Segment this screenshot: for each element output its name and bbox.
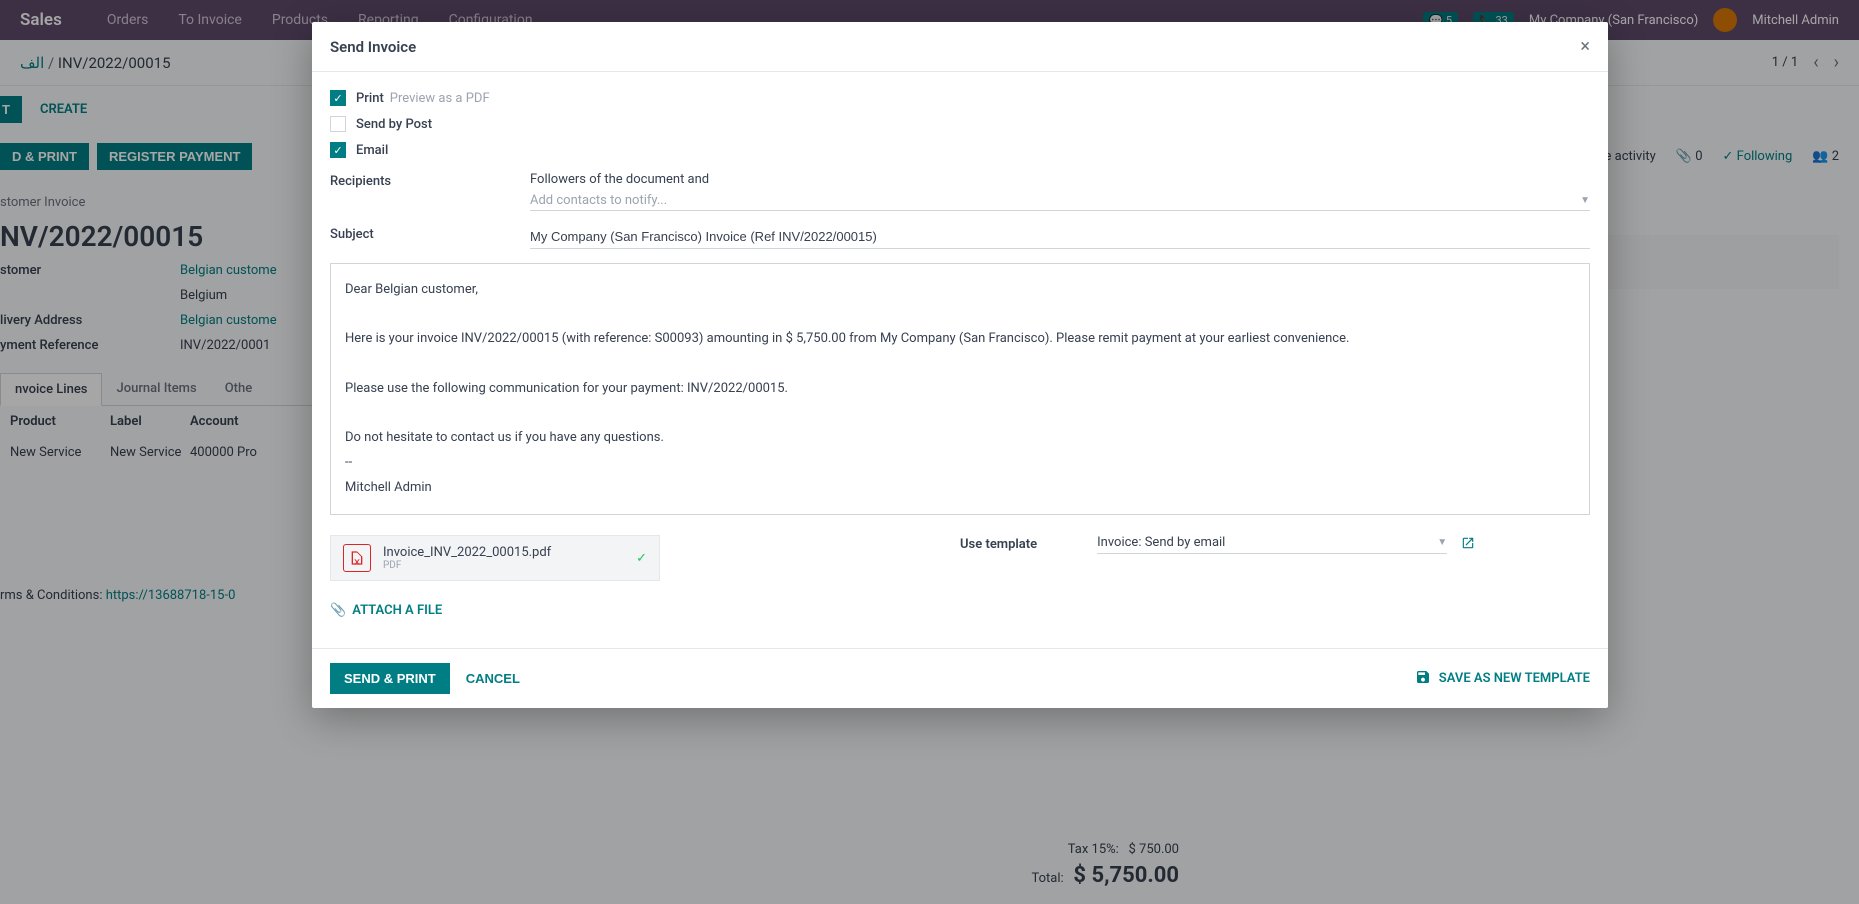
modal-title: Send Invoice (330, 38, 416, 56)
attachment-file[interactable]: Invoice_INV_2022_00015.pdf PDF ✓ (330, 535, 660, 581)
email-body-editor[interactable]: Dear Belgian customer, Here is your invo… (330, 263, 1590, 515)
post-checkbox-row[interactable]: Send by Post (330, 116, 1590, 132)
print-checkbox-row[interactable]: ✓ Print Preview as a PDF (330, 90, 1590, 106)
subject-row: Subject (330, 225, 1590, 249)
template-select[interactable]: Invoice: Send by email ▼ (1097, 535, 1447, 554)
use-template-label: Use template (960, 537, 1037, 552)
recipients-static: Followers of the document and (530, 172, 1590, 187)
close-icon[interactable]: × (1580, 36, 1590, 57)
external-link-icon[interactable] (1461, 536, 1475, 554)
chevron-down-icon: ▼ (1437, 537, 1447, 548)
email-label: Email (356, 143, 388, 158)
save-icon (1415, 669, 1431, 689)
cancel-button[interactable]: CANCEL (466, 671, 520, 686)
subject-input[interactable] (530, 225, 1590, 249)
paperclip-icon: 📎 (330, 603, 346, 618)
email-checkbox[interactable]: ✓ (330, 142, 346, 158)
recipients-row: Recipients Followers of the document and… (330, 172, 1590, 211)
print-checkbox[interactable]: ✓ (330, 90, 346, 106)
check-icon: ✓ (636, 551, 647, 566)
attachment-type: PDF (383, 560, 551, 571)
attach-file-button[interactable]: 📎 ATTACH A FILE (330, 603, 660, 618)
modal-footer: SEND & PRINT CANCEL SAVE AS NEW TEMPLATE (312, 648, 1608, 708)
recipients-label: Recipients (330, 172, 530, 189)
post-label: Send by Post (356, 117, 432, 132)
recipients-input[interactable]: Add contacts to notify... ▼ (530, 193, 1590, 211)
modal-header: Send Invoice × (312, 22, 1608, 72)
email-checkbox-row[interactable]: ✓ Email (330, 142, 1590, 158)
print-label: Print (356, 91, 384, 106)
save-template-button[interactable]: SAVE AS NEW TEMPLATE (1415, 669, 1590, 689)
send-print-button[interactable]: SEND & PRINT (330, 663, 450, 694)
send-invoice-modal: Send Invoice × ✓ Print Preview as a PDF … (312, 22, 1608, 708)
print-sublabel: Preview as a PDF (390, 91, 490, 106)
pdf-icon (343, 544, 371, 572)
post-checkbox[interactable] (330, 116, 346, 132)
attachment-name: Invoice_INV_2022_00015.pdf (383, 545, 551, 560)
chevron-down-icon: ▼ (1580, 195, 1590, 206)
subject-label: Subject (330, 225, 530, 242)
